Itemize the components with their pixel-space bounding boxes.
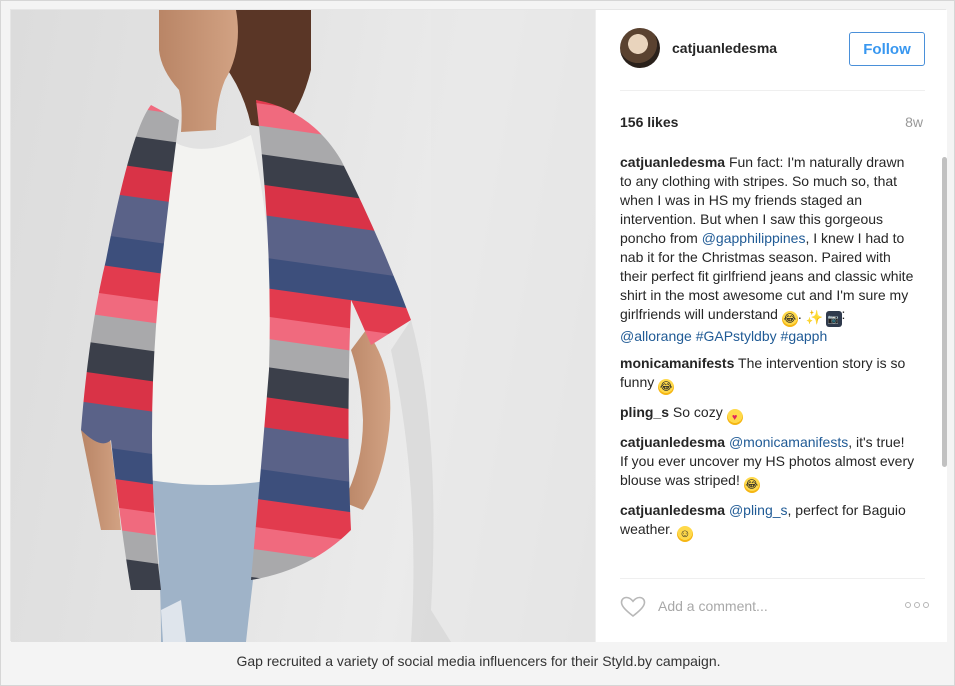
post-timestamp[interactable]: 8w — [905, 114, 923, 130]
embed-frame: catjuanledesma Follow 156 likes 8w catju… — [0, 0, 955, 686]
dot — [923, 602, 929, 608]
comment-author[interactable]: pling_s — [620, 404, 669, 420]
camera-emoji-icon: 📷 — [825, 311, 842, 327]
comments-scrollbar[interactable] — [941, 153, 948, 571]
dot — [914, 602, 920, 608]
hashtag-link[interactable]: #GAPstyldby — [696, 328, 777, 344]
mention-link[interactable]: @allorange — [620, 328, 692, 344]
comment-item: catjuanledesma Fun fact: I'm naturally d… — [620, 153, 915, 346]
mention-link[interactable]: @gapphilippines — [702, 230, 806, 246]
comment-text: : — [841, 306, 846, 322]
comments-list[interactable]: catjuanledesma Fun fact: I'm naturally d… — [620, 153, 932, 571]
header-divider — [620, 90, 925, 91]
scrollbar-thumb[interactable] — [942, 157, 947, 467]
post-photo — [11, 10, 595, 642]
laugh-emoji-icon: 😂 — [658, 379, 675, 395]
heart-emoji-icon: ♥ — [726, 409, 743, 425]
laugh-emoji-icon: 😂 — [781, 311, 798, 327]
footer-divider — [620, 578, 925, 579]
hashtag-link[interactable]: #gapph — [781, 328, 828, 344]
instagram-post: catjuanledesma Follow 156 likes 8w catju… — [10, 9, 947, 642]
comment-author[interactable]: catjuanledesma — [620, 434, 725, 450]
mention-link[interactable]: @monicamanifests — [729, 434, 848, 450]
post-side-panel: catjuanledesma Follow 156 likes 8w catju… — [595, 10, 947, 642]
avatar[interactable] — [620, 28, 660, 68]
heart-icon[interactable] — [620, 596, 646, 618]
follow-button[interactable]: Follow — [849, 32, 925, 66]
comment-item: catjuanledesma @monicamanifests, it's tr… — [620, 433, 915, 493]
image-caption: Gap recruited a variety of social media … — [236, 653, 721, 669]
comment-author[interactable]: monicamanifests — [620, 355, 734, 371]
woman-in-striped-poncho-image — [81, 10, 595, 642]
add-comment-input[interactable] — [658, 594, 878, 618]
comment-item: monicamanifests The intervention story i… — [620, 354, 915, 395]
post-author-username[interactable]: catjuanledesma — [672, 40, 777, 56]
comment-text: . — [797, 306, 806, 322]
post-header: catjuanledesma Follow — [596, 10, 948, 90]
dot — [905, 602, 911, 608]
comment-author[interactable]: catjuanledesma — [620, 154, 725, 170]
likes-count[interactable]: 156 likes — [620, 114, 678, 130]
laugh-emoji-icon: 😂 — [743, 477, 760, 493]
more-options-icon[interactable] — [905, 602, 929, 612]
comment-text — [822, 306, 826, 322]
mention-link[interactable]: @pling_s — [729, 502, 788, 518]
comment-text: So cozy — [669, 404, 727, 420]
comment-author[interactable]: catjuanledesma — [620, 502, 725, 518]
comment-item: catjuanledesma @pling_s, perfect for Bag… — [620, 501, 915, 542]
smile-emoji-icon: ☺ — [676, 526, 693, 542]
comment-item: pling_s So cozy ♥ — [620, 403, 915, 425]
sparkle-emoji-icon: ✨ — [805, 309, 824, 325]
